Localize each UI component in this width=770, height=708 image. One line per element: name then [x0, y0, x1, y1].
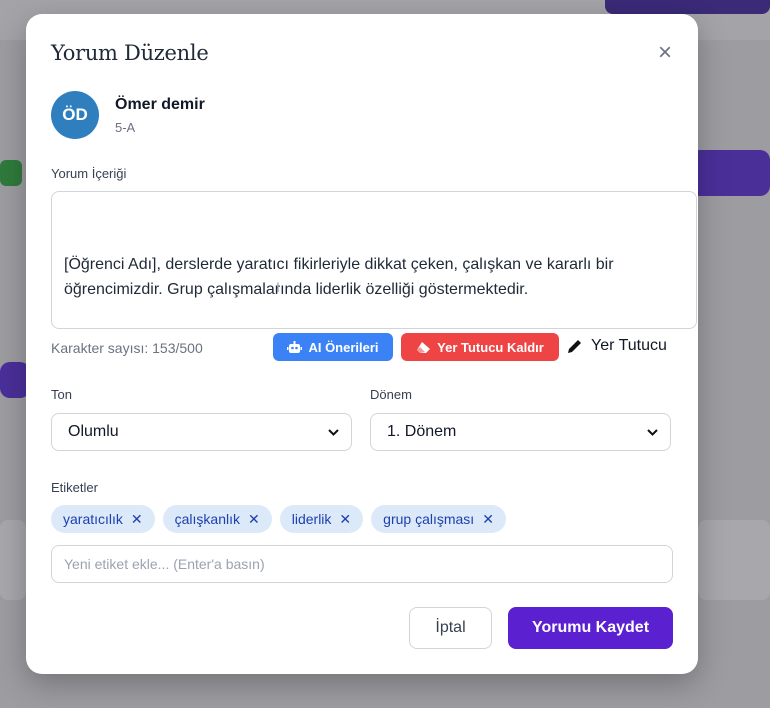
new-tag-placeholder: Yeni etiket ekle... (Enter'a basın) — [64, 556, 265, 572]
tag-label: yaratıcılık — [63, 511, 123, 527]
remove-tag-icon[interactable]: ✕ — [339, 511, 351, 528]
save-comment-button[interactable]: Yorumu Kaydet — [508, 607, 673, 649]
tag-chip: çalışkanlık ✕ — [162, 505, 272, 533]
character-count: Karakter sayısı: 153/500 — [51, 340, 203, 356]
edit-comment-modal: Yorum Düzenle × ÖD Ömer demir 5-A Yorum … — [26, 14, 698, 674]
comment-label: Yorum İçeriği — [51, 166, 127, 181]
background-card-left — [0, 520, 26, 600]
student-class: 5-A — [115, 120, 136, 135]
student-name: Ömer demir — [115, 96, 205, 113]
remove-placeholder-button[interactable]: Yer Tutucu Kaldır — [401, 333, 559, 361]
comment-textarea[interactable]: [Öğrenci Adı], derslerde yaratıcı fikirl… — [51, 191, 697, 329]
term-label: Dönem — [370, 387, 412, 402]
background-header-button — [605, 0, 770, 14]
tag-list: yaratıcılık ✕ çalışkanlık ✕ liderlik ✕ g… — [51, 505, 506, 533]
eraser-icon — [417, 341, 431, 353]
avatar: ÖD — [51, 91, 99, 139]
tags-label: Etiketler — [51, 480, 98, 495]
modal-title: Yorum Düzenle — [51, 41, 209, 65]
tag-label: grup çalışması — [383, 511, 475, 527]
close-icon[interactable]: × — [654, 41, 676, 65]
tag-label: çalışkanlık — [174, 511, 240, 527]
ai-suggestions-label: AI Önerileri — [308, 339, 379, 355]
remove-tag-icon[interactable]: ✕ — [482, 511, 494, 528]
pencil-icon — [568, 339, 581, 353]
remove-tag-icon[interactable]: ✕ — [248, 511, 260, 528]
tag-chip: yaratıcılık ✕ — [51, 505, 155, 533]
chevron-down-icon — [328, 428, 339, 436]
term-select[interactable]: 1. Dönem — [370, 413, 671, 451]
tone-value: Olumlu — [68, 423, 119, 440]
tone-select[interactable]: Olumlu — [51, 413, 352, 451]
remove-placeholder-label: Yer Tutucu Kaldır — [437, 339, 544, 355]
placeholder-button[interactable]: Yer Tutucu — [566, 334, 667, 358]
tag-chip: liderlik ✕ — [279, 505, 364, 533]
new-tag-input[interactable]: Yeni etiket ekle... (Enter'a basın) — [51, 545, 673, 583]
background-card-right — [698, 520, 770, 600]
text-cursor-icon: Ι — [276, 279, 280, 295]
comment-text: [Öğrenci Adı], derslerde yaratıcı fikirl… — [64, 256, 618, 298]
cancel-button[interactable]: İptal — [409, 607, 492, 649]
robot-icon — [287, 341, 303, 353]
remove-tag-icon[interactable]: ✕ — [131, 511, 143, 528]
chevron-down-icon — [647, 428, 658, 436]
background-purple-button — [690, 150, 770, 196]
placeholder-label: Yer Tutucu — [591, 337, 667, 354]
tag-chip: grup çalışması ✕ — [371, 505, 506, 533]
tone-label: Ton — [51, 387, 72, 402]
tag-label: liderlik — [291, 511, 332, 527]
background-green-button — [0, 160, 22, 186]
term-value: 1. Dönem — [387, 423, 457, 440]
ai-suggestions-button[interactable]: AI Önerileri — [273, 333, 393, 361]
